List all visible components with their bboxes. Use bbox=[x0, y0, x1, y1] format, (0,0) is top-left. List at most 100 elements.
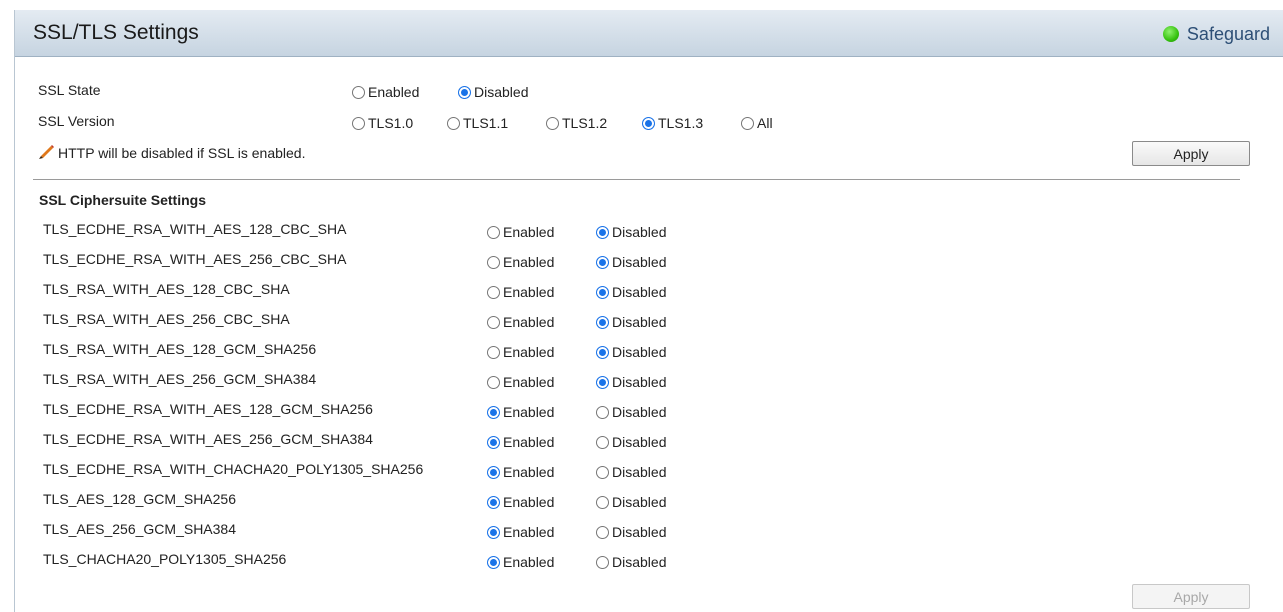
all-label: All bbox=[757, 115, 773, 131]
cipher-enabled-label: Enabled bbox=[503, 494, 555, 510]
cipher-enabled-radio[interactable]: Enabled bbox=[487, 494, 554, 510]
cipher-enabled-radio[interactable]: Enabled bbox=[487, 374, 554, 390]
cipher-disabled-radio[interactable]: Disabled bbox=[596, 374, 666, 390]
radio-icon bbox=[596, 465, 609, 479]
radio-icon bbox=[596, 525, 609, 539]
tls12-label: TLS1.2 bbox=[562, 115, 608, 131]
cipher-disabled-label: Disabled bbox=[612, 464, 667, 480]
cipher-name: TLS_RSA_WITH_AES_128_GCM_SHA256 bbox=[43, 341, 317, 357]
note-text: HTTP will be disabled if SSL is enabled. bbox=[58, 145, 306, 161]
cipher-disabled-label: Disabled bbox=[612, 434, 667, 450]
radio-icon bbox=[487, 225, 500, 239]
pencil-icon bbox=[39, 145, 54, 159]
ssl-version-tls11-radio[interactable]: TLS1.1 bbox=[447, 115, 508, 131]
ssl-version-tls12-radio[interactable]: TLS1.2 bbox=[546, 115, 607, 131]
cipher-disabled-radio[interactable]: Disabled bbox=[596, 494, 666, 510]
cipher-enabled-radio[interactable]: Enabled bbox=[487, 554, 554, 570]
tls10-label: TLS1.0 bbox=[368, 115, 414, 131]
cipher-disabled-radio[interactable]: Disabled bbox=[596, 344, 666, 360]
cipher-disabled-radio[interactable]: Disabled bbox=[596, 554, 666, 570]
radio-icon bbox=[596, 345, 609, 359]
radio-icon bbox=[596, 315, 609, 329]
cipher-enabled-radio[interactable]: Enabled bbox=[487, 404, 554, 420]
ssl-note: HTTP will be disabled if SSL is enabled. bbox=[38, 145, 305, 161]
cipher-disabled-radio[interactable]: Disabled bbox=[596, 314, 666, 330]
cipher-enabled-label: Enabled bbox=[503, 464, 555, 480]
cipher-disabled-label: Disabled bbox=[612, 224, 667, 240]
safeguard-label: Safeguard bbox=[1186, 23, 1270, 44]
cipher-disabled-radio[interactable]: Disabled bbox=[596, 254, 666, 270]
radio-icon bbox=[487, 315, 500, 329]
cipher-enabled-radio[interactable]: Enabled bbox=[487, 314, 554, 330]
radio-icon bbox=[596, 495, 609, 509]
tls11-label: TLS1.1 bbox=[463, 115, 509, 131]
cipher-disabled-label: Disabled bbox=[612, 404, 667, 420]
radio-icon bbox=[596, 405, 609, 419]
cipher-enabled-radio[interactable]: Enabled bbox=[487, 464, 554, 480]
cipher-enabled-label: Enabled bbox=[503, 254, 555, 270]
cipher-name: TLS_AES_128_GCM_SHA256 bbox=[43, 491, 236, 507]
radio-icon bbox=[596, 225, 609, 239]
radio-icon bbox=[487, 375, 500, 389]
radio-icon bbox=[487, 465, 500, 479]
cipher-enabled-radio[interactable]: Enabled bbox=[487, 284, 554, 300]
ssl-tls-settings-panel: SSL/TLS Settings Safeguard SSL State Ena… bbox=[14, 10, 1283, 612]
cipher-name: TLS_ECDHE_RSA_WITH_AES_128_CBC_SHA bbox=[43, 221, 347, 237]
ssl-state-label: SSL State bbox=[38, 82, 101, 98]
section-divider bbox=[33, 179, 1240, 180]
cipher-name: TLS_ECDHE_RSA_WITH_AES_256_GCM_SHA384 bbox=[43, 431, 373, 447]
cipher-disabled-label: Disabled bbox=[612, 494, 667, 510]
cipher-name: TLS_RSA_WITH_AES_256_CBC_SHA bbox=[43, 311, 290, 327]
ssl-version-all-radio[interactable]: All bbox=[741, 115, 773, 131]
radio-icon bbox=[642, 116, 655, 130]
cipher-disabled-radio[interactable]: Disabled bbox=[596, 464, 666, 480]
radio-icon bbox=[487, 555, 500, 569]
cipher-name: TLS_ECDHE_RSA_WITH_CHACHA20_POLY1305_SHA… bbox=[43, 461, 424, 477]
cipher-enabled-radio[interactable]: Enabled bbox=[487, 224, 554, 240]
cipher-disabled-label: Disabled bbox=[612, 284, 667, 300]
radio-icon bbox=[487, 345, 500, 359]
radio-icon bbox=[487, 435, 500, 449]
ssl-state-disabled-label: Disabled bbox=[474, 84, 529, 100]
cipher-enabled-radio[interactable]: Enabled bbox=[487, 344, 554, 360]
tls13-label: TLS1.3 bbox=[658, 115, 704, 131]
radio-icon bbox=[596, 285, 609, 299]
cipher-name: TLS_RSA_WITH_AES_128_CBC_SHA bbox=[43, 281, 290, 297]
cipher-enabled-radio[interactable]: Enabled bbox=[487, 254, 554, 270]
cipher-disabled-label: Disabled bbox=[612, 344, 667, 360]
apply-ciphers-button[interactable]: Apply bbox=[1132, 584, 1250, 609]
cipher-enabled-radio[interactable]: Enabled bbox=[487, 524, 554, 540]
cipher-disabled-label: Disabled bbox=[612, 554, 667, 570]
cipher-disabled-radio[interactable]: Disabled bbox=[596, 434, 666, 450]
page-title: SSL/TLS Settings bbox=[33, 21, 199, 44]
cipher-enabled-label: Enabled bbox=[503, 284, 555, 300]
radio-icon bbox=[741, 116, 754, 130]
radio-icon bbox=[596, 255, 609, 269]
cipher-disabled-radio[interactable]: Disabled bbox=[596, 224, 666, 240]
radio-icon bbox=[487, 495, 500, 509]
cipher-disabled-radio[interactable]: Disabled bbox=[596, 404, 666, 420]
radio-icon bbox=[352, 116, 365, 130]
ssl-state-disabled-radio[interactable]: Disabled bbox=[458, 84, 528, 100]
radio-icon bbox=[546, 116, 559, 130]
cipher-name: TLS_ECDHE_RSA_WITH_AES_128_GCM_SHA256 bbox=[43, 401, 373, 417]
panel-header: SSL/TLS Settings Safeguard bbox=[15, 10, 1283, 57]
ssl-version-tls10-radio[interactable]: TLS1.0 bbox=[352, 115, 413, 131]
cipher-name: TLS_RSA_WITH_AES_256_GCM_SHA384 bbox=[43, 371, 317, 387]
cipher-disabled-radio[interactable]: Disabled bbox=[596, 284, 666, 300]
cipher-name: TLS_AES_256_GCM_SHA384 bbox=[43, 521, 236, 537]
cipher-disabled-radio[interactable]: Disabled bbox=[596, 524, 666, 540]
radio-icon bbox=[447, 116, 460, 130]
radio-icon bbox=[352, 85, 365, 99]
cipher-enabled-radio[interactable]: Enabled bbox=[487, 434, 554, 450]
radio-icon bbox=[596, 435, 609, 449]
ssl-state-enabled-radio[interactable]: Enabled bbox=[352, 84, 419, 100]
cipher-disabled-label: Disabled bbox=[612, 314, 667, 330]
ciphersuite-section-title: SSL Ciphersuite Settings bbox=[39, 192, 206, 208]
safeguard-indicator: Safeguard bbox=[1162, 23, 1270, 44]
apply-button[interactable]: Apply bbox=[1132, 141, 1250, 166]
radio-icon bbox=[487, 405, 500, 419]
radio-icon bbox=[458, 85, 471, 99]
ssl-version-tls13-radio[interactable]: TLS1.3 bbox=[642, 115, 703, 131]
radio-icon bbox=[487, 255, 500, 269]
